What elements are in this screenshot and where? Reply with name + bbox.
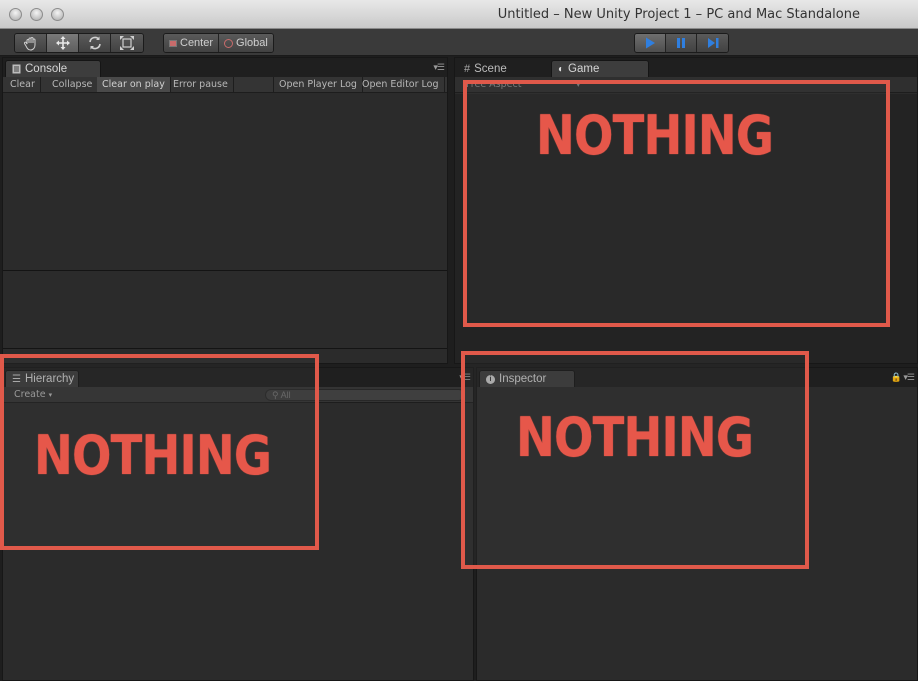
- pivot-toggles: Center Global: [163, 33, 274, 53]
- hand-tool-button[interactable]: [15, 34, 47, 52]
- play-button[interactable]: [635, 34, 666, 52]
- center-icon: [169, 39, 177, 47]
- open-editor-log-button[interactable]: Open Editor Log: [357, 77, 445, 92]
- move-tool-button[interactable]: [47, 34, 79, 52]
- window-title-bar: Untitled – New Unity Project 1 – PC and …: [0, 0, 918, 29]
- scene-tab-label: Scene: [474, 63, 507, 75]
- game-icon: ◐: [558, 63, 565, 75]
- lock-icon[interactable]: 🔒: [891, 372, 902, 383]
- console-icon: [12, 64, 21, 74]
- main-toolbar: Center Global: [0, 29, 918, 56]
- pivot-global-toggle[interactable]: Global: [219, 34, 273, 52]
- console-tab-label: Console: [25, 63, 68, 75]
- pause-icon: [677, 38, 685, 48]
- game-tab-label: Game: [568, 63, 600, 75]
- console-panel: Console ▾☰ Clear Collapse Clear on play …: [2, 57, 448, 364]
- game-annotation-text: NOTHING: [536, 104, 774, 167]
- transform-tools: [14, 33, 144, 53]
- scale-tool-button[interactable]: [111, 34, 143, 52]
- hand-icon: [23, 37, 35, 51]
- console-detail-divider: [3, 348, 447, 349]
- console-list-divider: [3, 270, 447, 271]
- console-tab-bar: Console ▾☰: [3, 58, 447, 77]
- inspector-annotation-text: NOTHING: [516, 406, 754, 469]
- pause-button[interactable]: [666, 34, 697, 52]
- scene-icon: #: [464, 63, 471, 75]
- pivot-center-label: Center: [180, 37, 214, 49]
- console-panel-menu-icon[interactable]: ▾☰: [433, 62, 445, 73]
- global-icon: [224, 38, 234, 48]
- play-icon: [646, 37, 655, 49]
- console-error-pause-toggle[interactable]: Error pause: [168, 77, 234, 92]
- tab-console[interactable]: Console: [5, 60, 101, 77]
- console-toolbar: Clear Collapse Clear on play Error pause…: [3, 77, 447, 93]
- tab-game[interactable]: ◐ Game: [551, 60, 649, 77]
- pivot-global-label: Global: [236, 37, 268, 49]
- hierarchy-annotation-text: NOTHING: [34, 424, 272, 487]
- step-icon: [707, 38, 718, 48]
- scene-game-tab-bar: # Scene ◐ Game: [455, 58, 917, 77]
- rotate-tool-button[interactable]: [79, 34, 111, 52]
- open-player-log-button[interactable]: Open Player Log: [273, 77, 363, 92]
- console-collapse-button[interactable]: Collapse: [47, 77, 99, 92]
- playback-controls: [634, 33, 729, 53]
- step-button[interactable]: [697, 34, 728, 52]
- scale-icon: [120, 36, 134, 50]
- pivot-center-toggle[interactable]: Center: [164, 34, 220, 52]
- window-title: Untitled – New Unity Project 1 – PC and …: [497, 7, 860, 22]
- console-clear-button[interactable]: Clear: [5, 77, 41, 92]
- console-clear-on-play-toggle[interactable]: Clear on play: [97, 77, 171, 92]
- tab-scene[interactable]: # Scene: [457, 60, 547, 77]
- inspector-panel-menu-icon[interactable]: ▾☰: [903, 372, 915, 383]
- rotate-icon: [88, 36, 101, 50]
- move-icon: [55, 36, 70, 50]
